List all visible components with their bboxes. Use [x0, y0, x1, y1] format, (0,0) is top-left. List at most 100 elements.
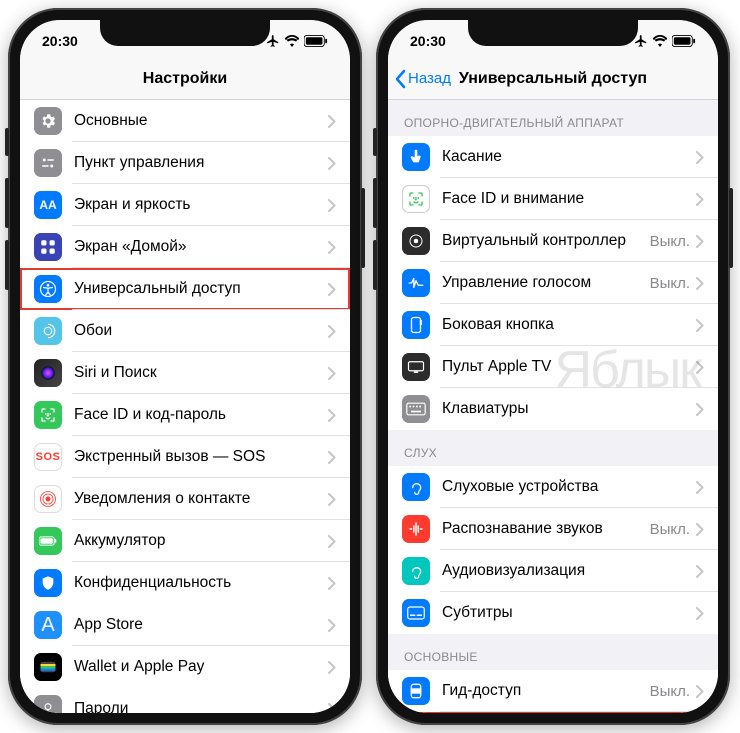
row-sos[interactable]: SOSЭкстренный вызов — SOS	[20, 436, 350, 478]
navigation-bar: Назад Универсальный доступ	[388, 58, 718, 100]
screen-left: 20:30 Настройки ОсновныеПункт управления…	[20, 20, 350, 713]
chevron-right-icon	[696, 403, 704, 416]
mute-switch[interactable]	[373, 128, 377, 156]
chevron-right-icon	[328, 157, 336, 170]
subtitles-icon	[402, 599, 430, 627]
phone-right: 20:30 Назад Универсальный доступ ОПОРНО-…	[376, 8, 730, 725]
chevron-right-icon	[696, 481, 704, 494]
row-label: Субтитры	[442, 604, 696, 622]
row-audiovis[interactable]: Аудиовизуализация	[388, 550, 718, 592]
side-button[interactable]	[361, 188, 365, 268]
volume-down-button[interactable]	[373, 240, 377, 290]
general-icon	[34, 107, 62, 135]
chevron-right-icon	[328, 451, 336, 464]
row-sidebtn[interactable]: Боковая кнопка	[388, 304, 718, 346]
phone-left: 20:30 Настройки ОсновныеПункт управления…	[8, 8, 362, 725]
row-recog[interactable]: Распознавание звуковВыкл.	[388, 508, 718, 550]
volume-up-button[interactable]	[373, 178, 377, 228]
row-keybd[interactable]: Клавиатуры	[388, 388, 718, 430]
chevron-right-icon	[696, 361, 704, 374]
row-home[interactable]: Экран «Домой»	[20, 226, 350, 268]
siri-icon	[34, 359, 62, 387]
row-label: Wallet и Apple Pay	[74, 658, 328, 676]
row-wall[interactable]: Обои	[20, 310, 350, 352]
chevron-right-icon	[328, 283, 336, 296]
settings-group: Касание Face ID и внимание Виртуальный кон…	[388, 136, 718, 430]
row-hearing[interactable]: Слуховые устройства	[388, 466, 718, 508]
accessibility-list[interactable]: ОПОРНО-ДВИГАТЕЛЬНЫЙ АППАРАТКасаниеFace I…	[388, 100, 718, 713]
chevron-right-icon	[696, 235, 704, 248]
row-passwords[interactable]: Пароли	[20, 688, 350, 713]
row-label: Боковая кнопка	[442, 316, 696, 334]
row-faceid2[interactable]: Face ID и внимание	[388, 178, 718, 220]
notch	[100, 18, 270, 46]
mute-switch[interactable]	[5, 128, 9, 156]
wifi-icon	[284, 35, 300, 47]
faceid-icon	[34, 401, 62, 429]
row-faceid[interactable]: Face ID и код-пароль	[20, 394, 350, 436]
chevron-left-icon	[394, 69, 406, 89]
row-access[interactable]: Универсальный доступ	[20, 268, 350, 310]
row-label: Универсальный доступ	[74, 280, 328, 298]
chevron-right-icon	[328, 115, 336, 128]
voicectrl-icon	[402, 269, 430, 297]
settings-group: Основные Пункт управления AA Экран и яркост…	[20, 100, 350, 604]
chevron-right-icon	[328, 661, 336, 674]
row-label: Аккумулятор	[74, 532, 328, 550]
volume-down-button[interactable]	[5, 240, 9, 290]
airplane-icon	[266, 34, 280, 48]
row-label: Экран и яркость	[74, 196, 328, 214]
row-guided[interactable]: Гид-доступВыкл.	[388, 670, 718, 712]
row-privacy[interactable]: Конфиденциальность	[20, 562, 350, 604]
exposure-icon	[34, 485, 62, 513]
row-label: Уведомления о контакте	[74, 490, 328, 508]
row-control[interactable]: Пункт управления	[20, 142, 350, 184]
appletv-icon	[402, 353, 430, 381]
row-exposure[interactable]: Уведомления о контакте	[20, 478, 350, 520]
row-sirig[interactable]: Siri	[388, 712, 718, 713]
settings-list[interactable]: Основные Пункт управления AA Экран и яркост…	[20, 100, 350, 713]
battery-icon	[34, 527, 62, 555]
row-label: Face ID и внимание	[442, 190, 696, 208]
row-subtitles[interactable]: Субтитры	[388, 592, 718, 634]
back-label: Назад	[408, 70, 451, 87]
row-voicectrl[interactable]: Управление голосомВыкл.	[388, 262, 718, 304]
chevron-right-icon	[328, 493, 336, 506]
keybd-icon	[402, 395, 430, 423]
battery-icon	[304, 35, 328, 47]
recog-icon	[402, 515, 430, 543]
settings-group: Гид-доступВыкл.SiriБыстрая командаВыкл.	[388, 670, 718, 713]
chevron-right-icon	[328, 241, 336, 254]
row-value: Выкл.	[650, 521, 690, 538]
row-value: Выкл.	[650, 275, 690, 292]
row-touch[interactable]: Касание	[388, 136, 718, 178]
volume-up-button[interactable]	[5, 178, 9, 228]
row-appletv[interactable]: Пульт Apple TV	[388, 346, 718, 388]
row-wallet[interactable]: Wallet и Apple Pay	[20, 646, 350, 688]
row-siri[interactable]: Siri и Поиск	[20, 352, 350, 394]
side-button[interactable]	[729, 188, 733, 268]
chevron-right-icon	[328, 703, 336, 714]
wall-icon	[34, 317, 62, 345]
row-display[interactable]: AA Экран и яркость	[20, 184, 350, 226]
control-icon	[34, 149, 62, 177]
row-general[interactable]: Основные	[20, 100, 350, 142]
row-label: App Store	[74, 616, 328, 634]
settings-group: ПаролиПочтаКонтакты	[20, 688, 350, 713]
hearing-icon	[402, 473, 430, 501]
passwords-icon	[34, 695, 62, 713]
section-header: ОСНОВНЫЕ	[388, 634, 718, 670]
row-label: Конфиденциальность	[74, 574, 328, 592]
access-icon	[34, 275, 62, 303]
chevron-right-icon	[328, 367, 336, 380]
row-appstore[interactable]: AApp Store	[20, 604, 350, 646]
back-button[interactable]: Назад	[394, 58, 451, 99]
chevron-right-icon	[328, 409, 336, 422]
page-title: Настройки	[143, 70, 227, 88]
chevron-right-icon	[696, 565, 704, 578]
display-icon: AA	[34, 191, 62, 219]
row-battery[interactable]: Аккумулятор	[20, 520, 350, 562]
row-virtctrl[interactable]: Виртуальный контроллерВыкл.	[388, 220, 718, 262]
row-label: Пароли	[74, 700, 328, 713]
row-label: Пункт управления	[74, 154, 328, 172]
